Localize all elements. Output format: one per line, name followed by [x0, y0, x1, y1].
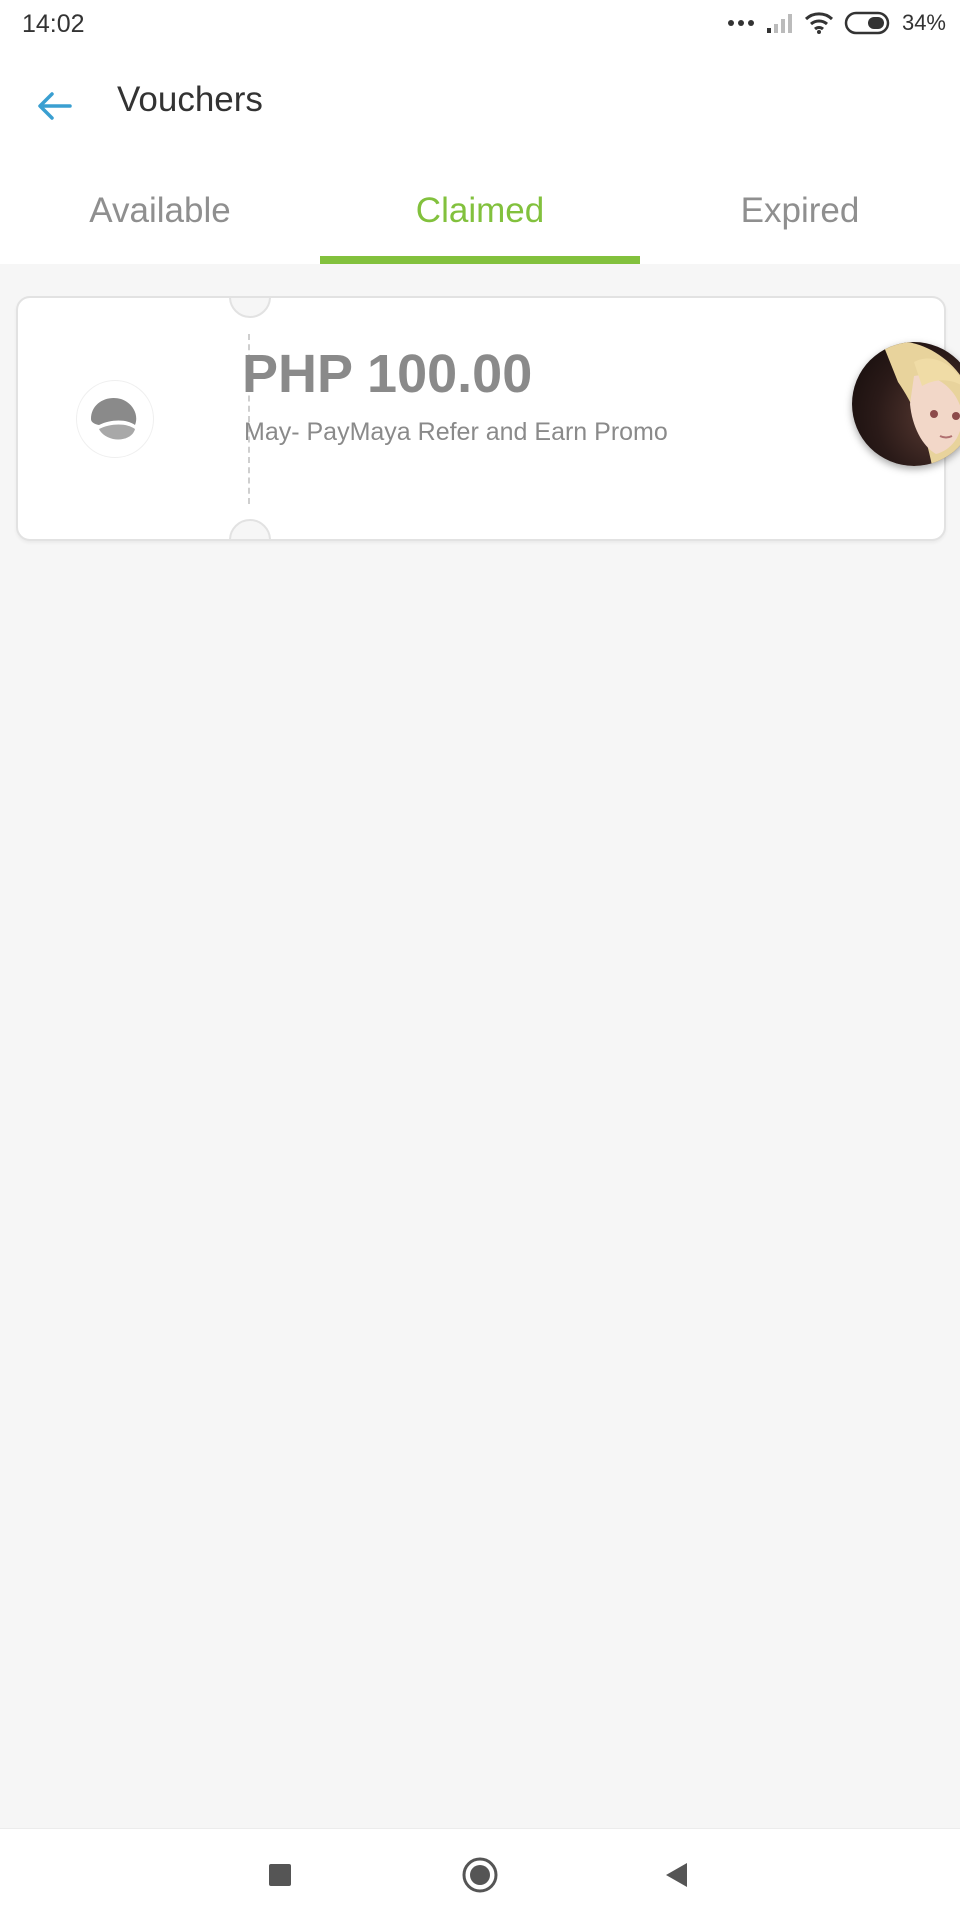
system-nav-bar	[0, 1828, 960, 1921]
app-bar: Vouchers	[0, 48, 960, 158]
recents-button[interactable]	[250, 1845, 310, 1905]
status-time: 14:02	[22, 10, 85, 38]
tab-expired[interactable]: Expired	[640, 158, 960, 264]
voucher-card[interactable]: PHP 100.00 May- PayMaya Refer and Earn P…	[16, 296, 946, 541]
recents-icon	[269, 1864, 291, 1886]
back-icon	[666, 1863, 687, 1887]
status-icons: 34%	[727, 8, 946, 38]
page-title: Vouchers	[117, 80, 263, 119]
ticket-notch-bottom	[229, 519, 271, 539]
more-dots-icon	[727, 20, 754, 26]
voucher-description: May- PayMaya Refer and Earn Promo	[244, 418, 668, 446]
home-button[interactable]	[450, 1845, 510, 1905]
brand-logo-icon	[76, 380, 154, 458]
tab-bar: Available Claimed Expired	[0, 158, 960, 264]
tab-claimed[interactable]: Claimed	[320, 158, 640, 264]
ticket-notch-top	[229, 298, 271, 318]
wifi-icon	[804, 12, 833, 34]
arrow-left-icon	[38, 92, 72, 120]
home-icon	[462, 1857, 498, 1893]
tab-available[interactable]: Available	[0, 158, 320, 264]
active-tab-indicator	[320, 256, 640, 264]
signal-icon	[766, 14, 792, 33]
system-back-button[interactable]	[646, 1845, 706, 1905]
battery-icon	[844, 11, 890, 35]
back-button[interactable]	[26, 78, 82, 134]
voucher-amount: PHP 100.00	[242, 344, 533, 404]
status-bar: 14:02 34%	[0, 0, 960, 48]
battery-percentage: 34%	[901, 10, 946, 35]
